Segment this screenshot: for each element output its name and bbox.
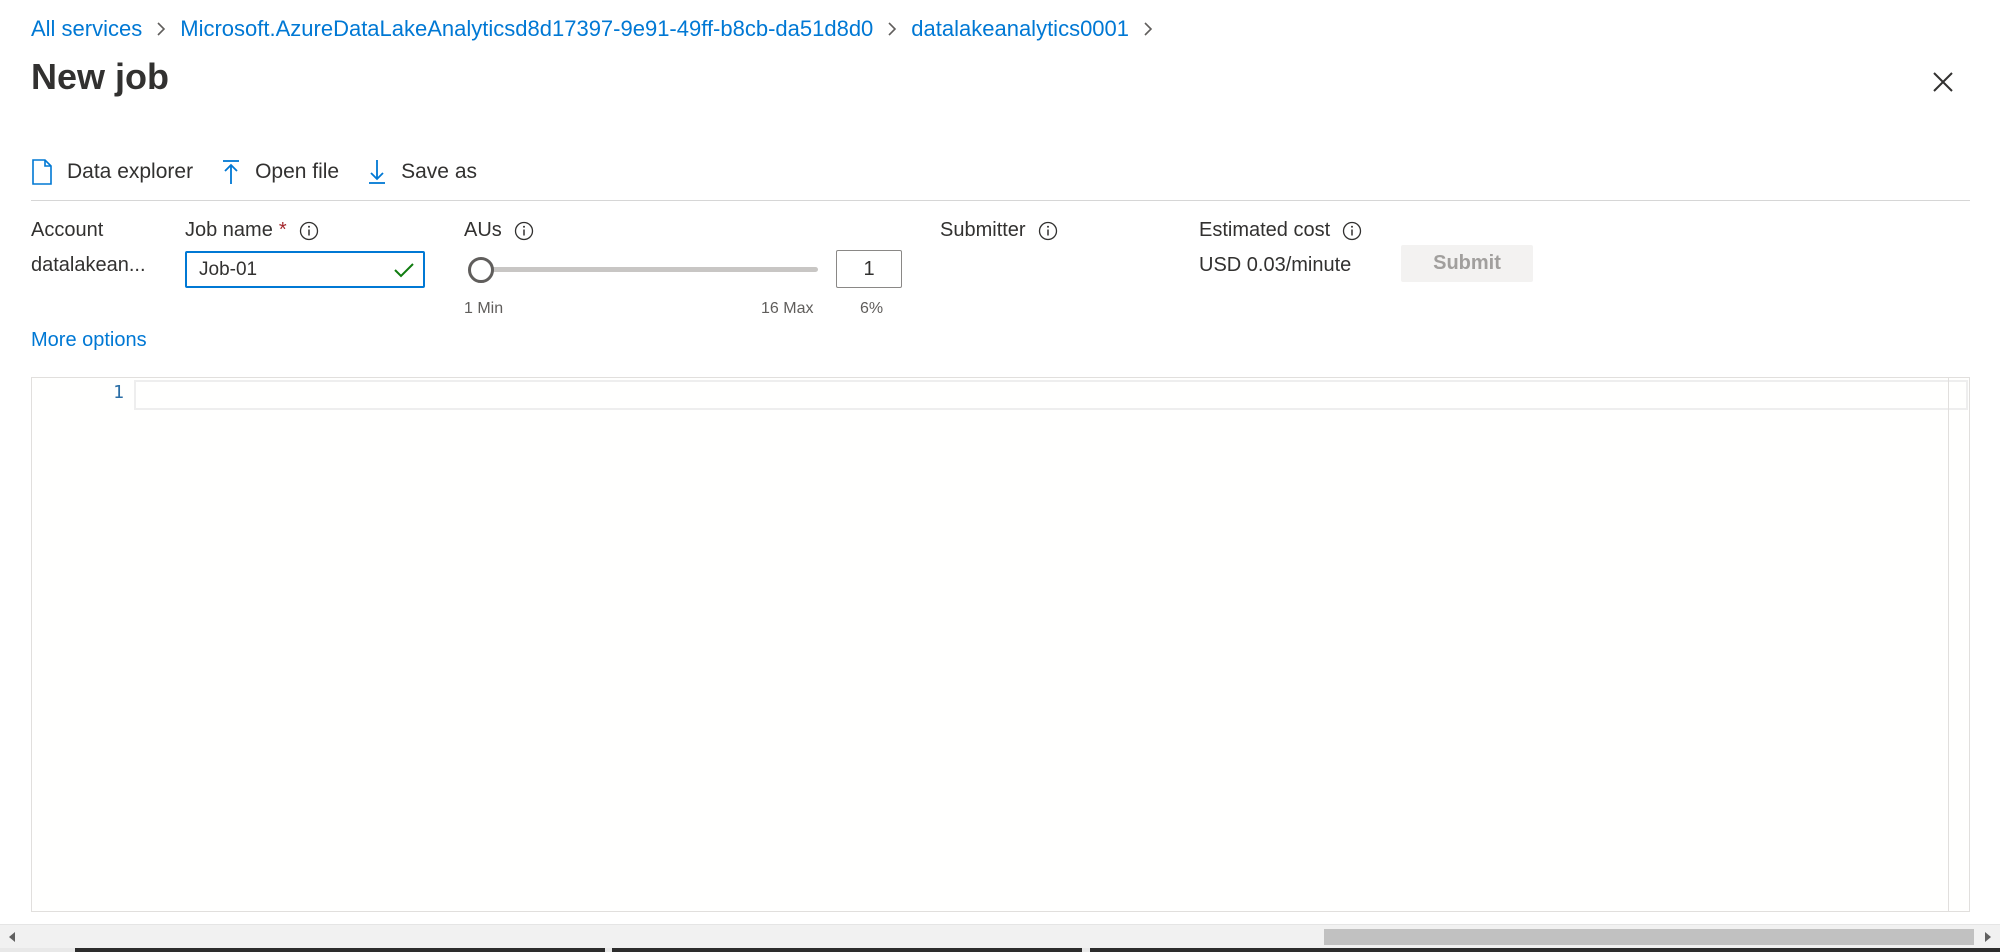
info-icon[interactable] [1038, 221, 1058, 241]
info-icon[interactable] [514, 221, 534, 241]
estimated-cost-value: USD 0.03/minute [1199, 254, 1352, 276]
more-options-link[interactable]: More options [31, 329, 147, 352]
scroll-right-button[interactable] [1978, 925, 1998, 949]
toolbar-divider [31, 200, 1970, 201]
aus-max-caption: 16 Max [761, 300, 814, 317]
download-icon [369, 160, 386, 184]
breadcrumb: All services Microsoft.AzureDataLakeAnal… [31, 14, 1167, 44]
close-button[interactable] [1927, 66, 1959, 98]
checkmark-icon [393, 261, 415, 284]
data-explorer-button[interactable]: Data explorer [31, 159, 193, 185]
job-name-field [185, 251, 425, 288]
submitter-label: Submitter [940, 219, 1058, 242]
aus-slider-thumb[interactable] [468, 257, 494, 283]
info-icon[interactable] [299, 221, 319, 241]
submit-button[interactable]: Submit [1401, 245, 1533, 282]
aus-percent-caption: 6% [860, 300, 884, 317]
breadcrumb-all-services[interactable]: All services [31, 16, 142, 42]
upload-icon [223, 160, 240, 184]
scroll-thumb[interactable] [1324, 929, 1974, 945]
chevron-right-icon [156, 21, 166, 37]
info-icon[interactable] [1342, 221, 1362, 241]
open-file-button[interactable]: Open file [221, 159, 339, 185]
window-bottom-edge [0, 948, 2000, 952]
script-editor[interactable]: 1 [31, 377, 1970, 912]
document-icon [32, 159, 52, 185]
open-file-label: Open file [255, 160, 340, 183]
close-icon [1933, 72, 1953, 92]
chevron-right-icon [887, 21, 897, 37]
save-as-button[interactable]: Save as [367, 159, 477, 185]
job-name-label: Job name * [185, 219, 319, 242]
data-explorer-label: Data explorer [67, 160, 194, 183]
chevron-right-icon [1143, 21, 1153, 37]
estimated-cost-label: Estimated cost [1199, 219, 1362, 242]
aus-input[interactable] [836, 250, 902, 288]
aus-min-caption: 1 Min [464, 300, 504, 317]
triangle-left-icon [9, 932, 15, 942]
triangle-right-icon [1985, 932, 1991, 942]
breadcrumb-account[interactable]: datalakeanalytics0001 [911, 16, 1129, 42]
required-marker: * [278, 219, 287, 241]
editor-current-line[interactable] [134, 380, 1968, 410]
breadcrumb-resource-provider[interactable]: Microsoft.AzureDataLakeAnalyticsd8d17397… [180, 16, 873, 42]
scroll-left-button[interactable] [2, 925, 22, 949]
aus-label: AUs [464, 219, 534, 242]
editor-vertical-ruler [1948, 378, 1949, 911]
horizontal-scrollbar[interactable] [0, 924, 2000, 948]
command-bar: Data explorer Open file Save as [31, 152, 505, 192]
aus-slider-track[interactable] [472, 267, 818, 272]
save-as-label: Save as [401, 160, 478, 183]
account-value: datalakean... [31, 254, 146, 276]
page-title: New job [31, 56, 170, 97]
line-number: 1 [113, 382, 124, 403]
account-label: Account [31, 219, 104, 241]
job-name-input[interactable] [187, 253, 377, 286]
